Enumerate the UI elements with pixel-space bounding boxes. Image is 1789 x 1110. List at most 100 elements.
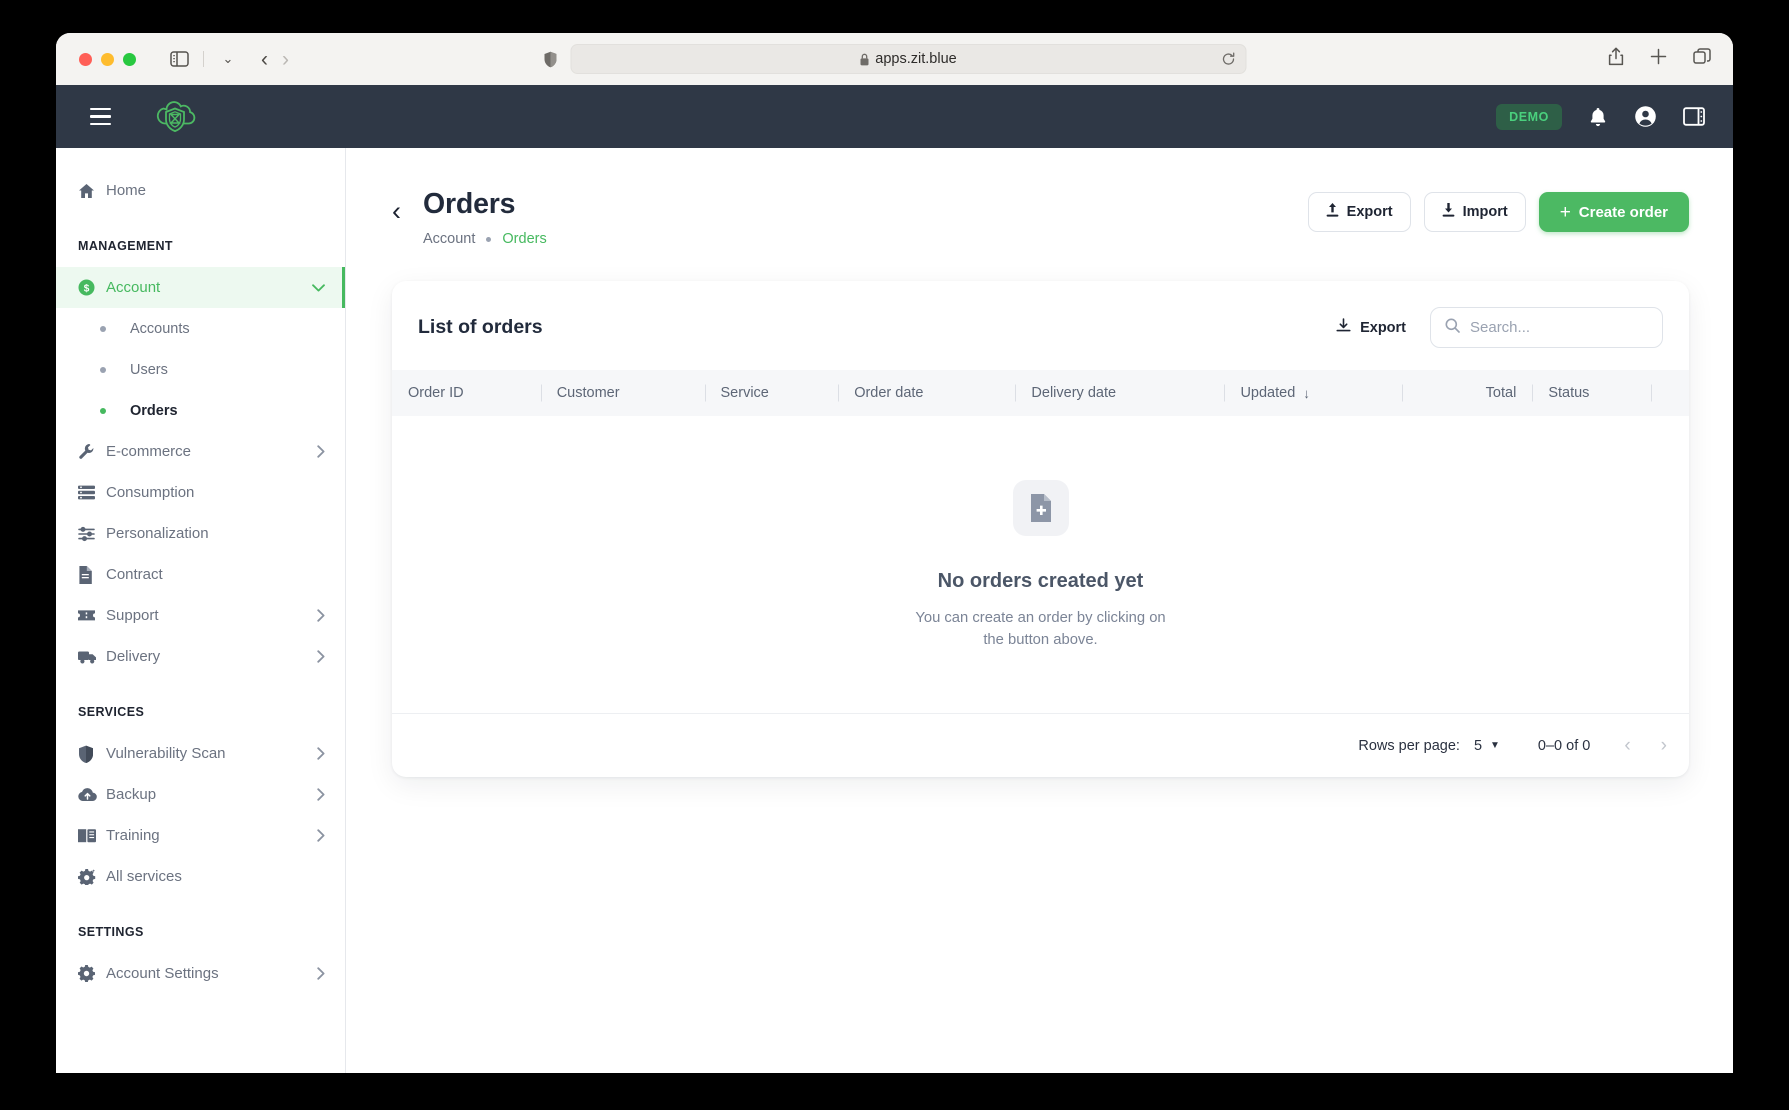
sidebar-item-label: Home [106,182,147,199]
download-icon [1442,203,1455,221]
sidebar: Home MANAGEMENT $ Account Accounts Users… [56,148,346,1073]
table-pagination: Rows per page: 5 ▼ 0–0 of 0 ‹ › [392,713,1689,777]
tabs-overview-icon[interactable] [1693,48,1711,70]
search-icon [1445,318,1460,338]
sidebar-item-orders[interactable]: Orders [56,390,345,431]
breadcrumb-parent[interactable]: Account [423,231,475,247]
previous-page-button[interactable]: ‹ [1624,735,1630,757]
sidebar-item-account-settings[interactable]: Account Settings [56,953,345,994]
share-icon[interactable] [1608,47,1624,71]
sidebar-toggle-icon[interactable] [164,45,194,73]
bullet-icon [100,407,106,414]
column-label: Service [720,385,769,401]
column-order-id[interactable]: Order ID [392,370,541,416]
column-label: Status [1548,385,1590,401]
sidebar-item-contract[interactable]: Contract [56,554,345,595]
export-button-label: Export [1346,204,1393,220]
column-actions [1651,370,1689,416]
column-service[interactable]: Service [704,370,839,416]
column-label: Customer [556,385,620,401]
caret-down-icon: ▼ [1490,740,1500,752]
account-circle-icon[interactable] [1634,105,1657,128]
rows-per-page-value: 5 [1473,737,1483,754]
shield-icon[interactable] [543,51,557,68]
sidebar-item-vulnerability-scan[interactable]: Vulnerability Scan [56,733,345,774]
maximize-window-button[interactable] [123,52,136,66]
demo-badge: DEMO [1496,103,1562,130]
url-input[interactable]: apps.zit.blue [570,44,1246,74]
next-page-button[interactable]: › [1661,735,1667,757]
toolbar-divider [203,51,204,67]
empty-state: No orders created yet You can create an … [392,416,1689,713]
sidebar-item-accounts[interactable]: Accounts [56,308,345,349]
book-icon [78,828,106,843]
back-arrow-icon[interactable]: ‹ [261,49,268,70]
lock-icon [859,53,869,66]
sidebar-item-support[interactable]: Support [56,595,345,636]
home-icon [78,183,106,199]
plus-icon[interactable] [1650,48,1667,70]
column-total[interactable]: Total [1402,370,1533,416]
column-status[interactable]: Status [1532,370,1651,416]
chevron-right-icon[interactable] [317,747,325,760]
sidebar-item-training[interactable]: Training [56,815,345,856]
close-window-button[interactable] [79,52,92,66]
back-button[interactable]: ‹ [392,198,401,225]
sidebar-item-users[interactable]: Users [56,349,345,390]
right-panel-toggle-icon[interactable] [1683,107,1705,126]
sidebar-item-all-services[interactable]: All services [56,856,345,897]
card-export-label: Export [1360,319,1406,336]
app-body: Home MANAGEMENT $ Account Accounts Users… [56,148,1733,1073]
sidebar-item-consumption[interactable]: Consumption [56,472,345,513]
cloud-upload-icon [78,787,106,802]
column-order-date[interactable]: Order date [838,370,1016,416]
sidebar-item-delivery[interactable]: Delivery [56,636,345,677]
notifications-bell-icon[interactable] [1588,106,1608,128]
chevron-right-icon[interactable] [317,788,325,801]
sidebar-item-label: All services [106,868,182,885]
import-button[interactable]: Import [1423,192,1526,232]
export-button[interactable]: Export [1307,192,1411,232]
column-delivery-date[interactable]: Delivery date [1015,370,1225,416]
hamburger-menu-icon[interactable] [86,104,115,129]
sidebar-item-home[interactable]: Home [56,170,345,211]
sidebar-item-e-commerce[interactable]: E-commerce [56,431,345,472]
card-export-button[interactable]: Export [1336,318,1406,337]
page-title: Orders [423,188,516,220]
sidebar-item-label: Support [106,607,159,624]
column-label: Updated [1240,385,1296,401]
orders-table: Order ID Customer Service Order date Del… [392,370,1689,416]
sidebar-item-label: Contract [106,566,163,583]
sidebar-item-personalization[interactable]: Personalization [56,513,345,554]
orders-card: List of orders Export Search... Order ID… [392,281,1689,778]
chevron-right-icon[interactable] [317,650,325,663]
chevron-right-icon[interactable] [317,829,325,842]
column-label: Order ID [408,385,464,401]
minimize-window-button[interactable] [101,52,114,66]
column-customer[interactable]: Customer [540,370,705,416]
bullet-icon [100,366,106,373]
column-updated[interactable]: Updated ↓ [1224,370,1403,416]
search-input[interactable] [1470,319,1648,336]
forward-arrow-icon[interactable]: › [282,49,289,70]
chevron-down-icon[interactable] [312,283,325,292]
card-header: List of orders Export [392,281,1689,370]
empty-state-title: No orders created yet [937,570,1144,592]
reload-icon[interactable] [1221,52,1235,66]
chevron-right-icon[interactable] [317,445,325,458]
dollar-circle-icon: $ [78,279,106,296]
chevron-down-icon[interactable]: ⌄ [213,45,243,73]
sidebar-item-label: Account [106,279,161,296]
create-order-button[interactable]: + Create order [1538,192,1689,232]
plus-icon: + [1559,201,1571,223]
chevron-right-icon[interactable] [317,609,325,622]
sidebar-item-account[interactable]: $ Account [56,267,345,308]
url-text: apps.zit.blue [875,51,957,67]
chevron-right-icon[interactable] [317,967,325,980]
window-traffic-lights [79,52,136,66]
sidebar-section-settings: SETTINGS [78,925,144,939]
search-box[interactable] [1430,307,1663,348]
rows-per-page-select[interactable]: 5 ▼ [1474,738,1500,754]
sidebar-item-backup[interactable]: Backup [56,774,345,815]
svg-text:$: $ [84,283,90,294]
